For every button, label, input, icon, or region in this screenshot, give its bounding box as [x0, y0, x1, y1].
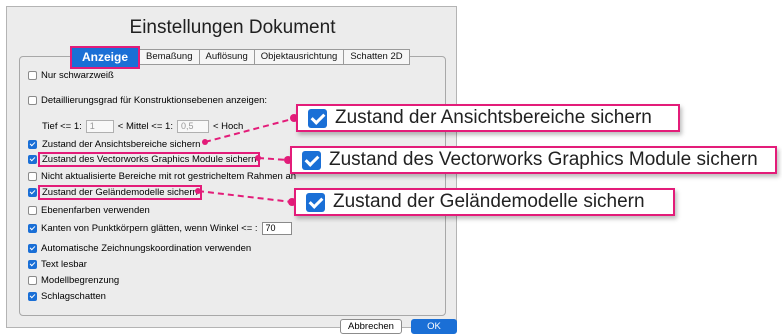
option-label: Nur schwarzweiß	[41, 70, 114, 81]
option-label: Zustand der Ansichtsbereiche sichern	[42, 139, 201, 150]
option-label: Detaillierungsgrad für Konstruktionseben…	[41, 95, 268, 106]
option-modellbegrenzung[interactable]: Modellbegrenzung	[28, 274, 119, 287]
tab-objektausrichtung[interactable]: Objektausrichtung	[254, 49, 345, 65]
option-label: Zustand der Geländemodelle sichern	[38, 185, 202, 200]
hoch-label: < Hoch	[212, 121, 244, 132]
tab-aufloesung[interactable]: Auflösung	[199, 49, 255, 65]
detail-levels: Tief <= 1: 1 < Mittel <= 1: 0,5 < Hoch	[42, 120, 243, 133]
option-label: Automatische Zeichnungskoordination verw…	[41, 243, 252, 254]
callout-label: Zustand der Geländemodelle sichern	[333, 191, 645, 212]
option-kanten[interactable]: Kanten von Punktkörpern glätten, wenn Wi…	[28, 222, 292, 235]
option-nur-schwarzweiss[interactable]: Nur schwarzweiß	[28, 69, 114, 82]
tab-anzeige[interactable]: Anzeige	[70, 46, 141, 69]
callout-gelaendemodelle: Zustand der Geländemodelle sichern	[294, 188, 675, 216]
option-ansichtsbereiche[interactable]: Zustand der Ansichtsbereiche sichern	[28, 138, 204, 151]
tab-bemassung[interactable]: Bemaßung	[140, 49, 200, 65]
callout-graphics-module: Zustand des Vectorworks Graphics Module …	[290, 146, 777, 174]
option-label: Modellbegrenzung	[41, 275, 120, 286]
callout-label: Zustand des Vectorworks Graphics Module …	[329, 149, 758, 170]
option-label: Ebenenfarben verwenden	[41, 205, 150, 216]
checkbox[interactable]	[28, 224, 37, 233]
checkbox[interactable]	[28, 155, 37, 164]
option-label: Kanten von Punktkörpern glätten, wenn Wi…	[41, 223, 258, 234]
option-graphics-module[interactable]: Zustand des Vectorworks Graphics Module …	[28, 152, 261, 167]
checkbox[interactable]	[28, 188, 37, 197]
checkbox-icon	[308, 108, 327, 128]
winkel-field[interactable]: 70	[261, 222, 292, 235]
checkbox-icon	[302, 150, 321, 170]
option-schlagschatten[interactable]: Schlagschatten	[28, 290, 106, 303]
option-zeichnungskoordination[interactable]: Automatische Zeichnungskoordination verw…	[28, 242, 251, 255]
checkbox[interactable]	[28, 276, 37, 285]
callout-ansichtsbereiche: Zustand der Ansichtsbereiche sichern	[296, 104, 680, 132]
tab-schatten-2d[interactable]: Schatten 2D	[344, 49, 410, 65]
option-label: Schlagschatten	[41, 291, 106, 302]
option-label: Zustand des Vectorworks Graphics Module …	[38, 152, 261, 167]
option-text-lesbar[interactable]: Text lesbar	[28, 258, 87, 271]
option-label: Text lesbar	[41, 259, 87, 270]
checkbox[interactable]	[28, 140, 37, 149]
option-gelaendemodelle[interactable]: Zustand der Geländemodelle sichern	[28, 185, 202, 200]
option-detaillierungsgrad[interactable]: Detaillierungsgrad für Konstruktionseben…	[28, 94, 267, 107]
tief-field[interactable]: 1	[85, 120, 114, 133]
option-nicht-aktualisiert[interactable]: Nicht aktualisierte Bereiche mit rot ges…	[28, 170, 296, 183]
mittel-label: < Mittel <= 1:	[117, 121, 173, 132]
checkbox-icon	[306, 192, 325, 212]
tief-label: Tief <= 1:	[42, 121, 82, 132]
ok-button[interactable]: OK	[411, 319, 457, 334]
mittel-field[interactable]: 0,5	[176, 120, 209, 133]
checkbox[interactable]	[28, 260, 37, 269]
checkbox[interactable]	[28, 292, 37, 301]
option-label: Nicht aktualisierte Bereiche mit rot ges…	[41, 171, 297, 182]
checkbox[interactable]	[28, 172, 37, 181]
dialog-title: Einstellungen Dokument	[129, 17, 336, 38]
checkbox[interactable]	[28, 71, 37, 80]
checkbox[interactable]	[28, 244, 37, 253]
tab-bar: Anzeige Bemaßung Auflösung Objektausrich…	[70, 46, 410, 69]
checkbox[interactable]	[28, 206, 37, 215]
checkbox[interactable]	[28, 96, 37, 105]
callout-label: Zustand der Ansichtsbereiche sichern	[335, 107, 652, 128]
cancel-button[interactable]: Abbrechen	[340, 319, 402, 334]
option-ebenenfarben[interactable]: Ebenenfarben verwenden	[28, 204, 150, 217]
